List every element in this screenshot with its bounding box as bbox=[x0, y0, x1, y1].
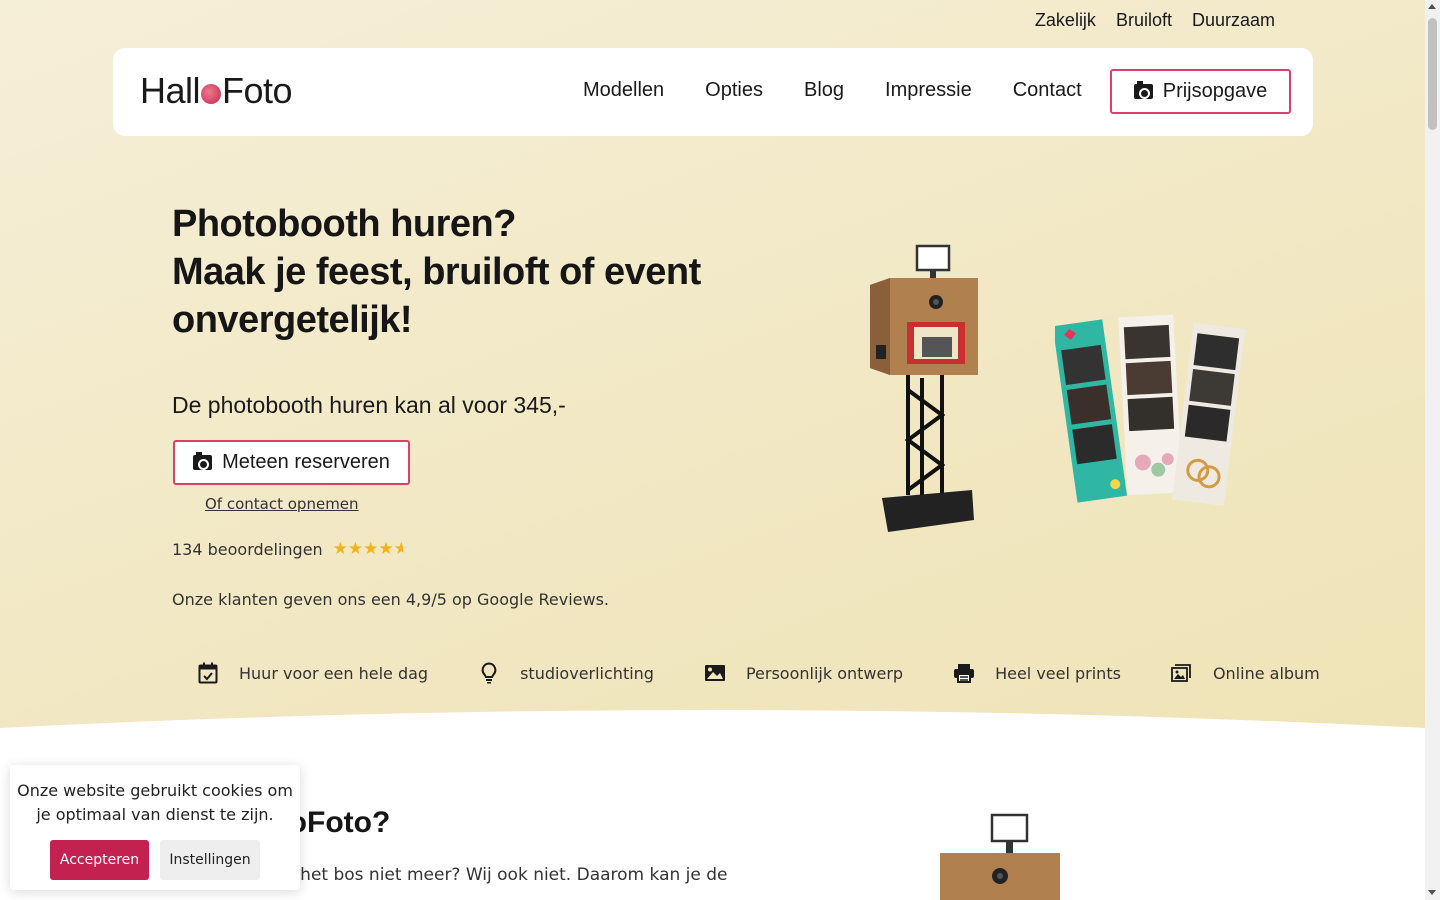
hero-title-line3: onvergetelijk! bbox=[172, 299, 413, 341]
feature-item: Persoonlijk ontwerp bbox=[704, 662, 903, 684]
quote-button-label: Prijsopgave bbox=[1162, 80, 1268, 102]
feature-item: Online album bbox=[1171, 662, 1320, 684]
image-icon bbox=[704, 662, 726, 684]
hero-title-line1: Photobooth huren? bbox=[172, 203, 516, 245]
calendar-check-icon bbox=[197, 662, 219, 684]
nav-impressie[interactable]: Impressie bbox=[885, 79, 972, 102]
feature-item: studioverlichting bbox=[478, 662, 654, 684]
camera-icon bbox=[1133, 81, 1153, 99]
main-nav: Modellen Opties Blog Impressie Contact bbox=[583, 79, 1082, 102]
feature-item: Huur voor een hele dag bbox=[197, 662, 428, 684]
quote-button[interactable]: Prijsopgave bbox=[1110, 69, 1291, 114]
album-icon bbox=[1171, 662, 1193, 684]
google-reviews-text: Onze klanten geven ons een 4,9/5 op Goog… bbox=[172, 590, 610, 609]
feature-item: Heel veel prints bbox=[953, 662, 1121, 684]
topnav-duurzaam[interactable]: Duurzaam bbox=[1192, 10, 1275, 31]
feature-label: Heel veel prints bbox=[995, 663, 1121, 683]
scrollbar-thumb[interactable] bbox=[1428, 18, 1437, 130]
top-nav: Zakelijk Bruiloft Duurzaam bbox=[1035, 10, 1275, 31]
feature-list: Huur voor een hele dag studioverlichting… bbox=[197, 662, 1320, 684]
topnav-bruiloft[interactable]: Bruiloft bbox=[1116, 10, 1172, 31]
feature-label: studioverlichting bbox=[520, 663, 654, 683]
accept-cookies-button[interactable]: Accepteren bbox=[50, 840, 149, 880]
cookie-banner: Onze website gebruikt cookies om je opti… bbox=[10, 765, 300, 890]
hero-price: De photobooth huren kan al voor 345,- bbox=[172, 392, 566, 418]
logo-text-left: Hall bbox=[140, 70, 201, 111]
nav-opties[interactable]: Opties bbox=[705, 79, 763, 102]
rating-stars: ★★★★★ bbox=[332, 539, 409, 559]
scroll-up-icon[interactable] bbox=[1428, 4, 1436, 9]
reviews-count: 134 beoordelingen bbox=[172, 539, 323, 559]
photobooth-image-2 bbox=[940, 813, 1060, 900]
logo-text-right: Foto bbox=[222, 70, 293, 111]
partial-star-icon: ★ bbox=[393, 539, 409, 559]
logo-dot-icon bbox=[201, 84, 222, 104]
scroll-down-icon[interactable] bbox=[1428, 890, 1436, 895]
main-header: Hall Foto Modellen Opties Blog Impressie … bbox=[113, 48, 1313, 136]
hero-title: Photobooth huren? Maak je feest, bruilof… bbox=[172, 200, 701, 344]
reserve-button[interactable]: Meteen reserveren bbox=[173, 440, 410, 485]
photo-strips-image bbox=[1055, 314, 1246, 506]
feature-label: Huur voor een hele dag bbox=[239, 663, 429, 683]
logo[interactable]: Hall Foto bbox=[140, 70, 293, 112]
camera-icon bbox=[193, 452, 213, 470]
feature-label: Online album bbox=[1212, 663, 1320, 683]
nav-contact[interactable]: Contact bbox=[1013, 79, 1082, 102]
cookie-settings-button[interactable]: Instellingen bbox=[160, 840, 260, 880]
reviews[interactable]: 134 beoordelingen ★★★★★ bbox=[172, 539, 409, 559]
nav-blog[interactable]: Blog bbox=[804, 79, 844, 102]
printer-icon bbox=[953, 662, 975, 684]
cookie-message: Onze website gebruikt cookies om je opti… bbox=[17, 781, 293, 824]
hero-title-line2: Maak je feest, bruiloft of event bbox=[172, 251, 701, 293]
nav-modellen[interactable]: Modellen bbox=[583, 79, 664, 102]
section2-text: n het bos niet meer? Wij ook niet. Daaro… bbox=[284, 865, 728, 885]
lightbulb-icon bbox=[478, 662, 500, 684]
feature-label: Persoonlijk ontwerp bbox=[745, 663, 904, 683]
scrollbar[interactable] bbox=[1425, 0, 1440, 900]
contact-link[interactable]: Of contact opnemen bbox=[205, 495, 359, 513]
reserve-button-label: Meteen reserveren bbox=[222, 451, 390, 473]
topnav-zakelijk[interactable]: Zakelijk bbox=[1035, 10, 1096, 31]
photobooth-image bbox=[870, 244, 978, 532]
